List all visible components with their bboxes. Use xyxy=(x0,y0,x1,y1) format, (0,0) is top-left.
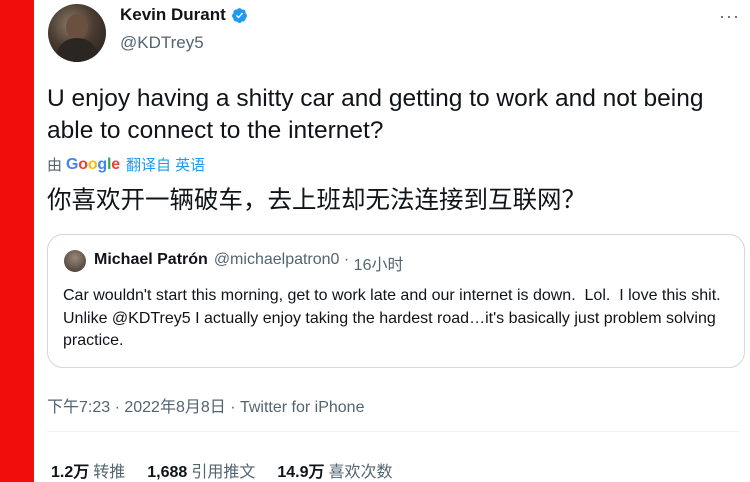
translation-attribution: 由 Google 翻译自 英语 xyxy=(47,154,205,175)
quoted-tweet-text: Car wouldn't start this morning, get to … xyxy=(63,287,730,349)
quoted-tweet-time: 16小时 xyxy=(353,257,404,274)
more-options-icon[interactable]: ··· xyxy=(719,6,740,27)
translation-prefix: 由 xyxy=(47,157,63,174)
likes-stat[interactable]: 14.9万 喜欢次数 xyxy=(277,458,392,482)
quoted-author-name: Michael Patrón xyxy=(94,251,208,268)
likes-count: 14.9万 xyxy=(277,464,325,481)
translate-link[interactable]: 翻译自 英语 xyxy=(126,154,205,175)
divider xyxy=(47,431,740,432)
quoted-separator: · xyxy=(339,251,354,268)
likes-label: 喜欢次数 xyxy=(328,464,393,481)
google-logo: Google xyxy=(66,155,120,173)
quoted-author-handle: @michaelpatron0 xyxy=(213,251,340,268)
author-name[interactable]: Kevin Durant xyxy=(120,5,226,25)
quoted-author-avatar xyxy=(64,250,86,272)
retweets-label: 转推 xyxy=(93,464,126,481)
tweet: Kevin Durant @KDTrey5 ··· U enjoy having… xyxy=(34,0,750,482)
quoted-tweet[interactable]: Michael Patrón @michaelpatron0 · 16小时 Ca… xyxy=(47,234,745,368)
red-side-bar xyxy=(0,0,34,482)
tweet-text: U enjoy having a shitty car and getting … xyxy=(47,85,704,144)
retweets-stat[interactable]: 1.2万 转推 xyxy=(51,458,125,482)
quotes-count: 1,688 xyxy=(147,464,188,481)
translated-text: 你喜欢开一辆破车，去上班却无法连接到互联网？ xyxy=(47,187,586,214)
author-avatar[interactable] xyxy=(48,4,106,62)
quoted-tweet-header: Michael Patrón @michaelpatron0 · 16小时 xyxy=(94,251,403,275)
quotes-label: 引用推文 xyxy=(191,464,256,481)
tweet-timestamp[interactable]: 下午7:23 · 2022年8月8日 · Twitter for iPhone xyxy=(47,393,364,417)
author-handle[interactable]: @KDTrey5 xyxy=(120,33,204,53)
tweet-stats: 1.2万 转推 1,688 引用推文 14.9万 喜欢次数 xyxy=(51,458,415,482)
quotes-stat[interactable]: 1,688 引用推文 xyxy=(147,458,255,482)
verified-badge-icon xyxy=(231,7,247,23)
author-name-row: Kevin Durant xyxy=(120,5,248,25)
retweets-count: 1.2万 xyxy=(51,464,90,481)
